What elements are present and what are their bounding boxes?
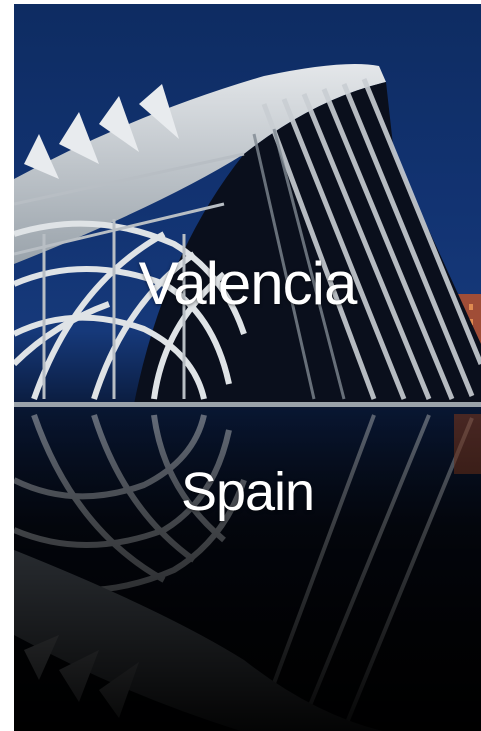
- country-subtitle: Spain: [180, 462, 315, 522]
- photo-card: Valencia Spain: [14, 4, 481, 731]
- city-title: Valencia: [138, 250, 358, 317]
- valencia-architecture-photo: [14, 63, 481, 731]
